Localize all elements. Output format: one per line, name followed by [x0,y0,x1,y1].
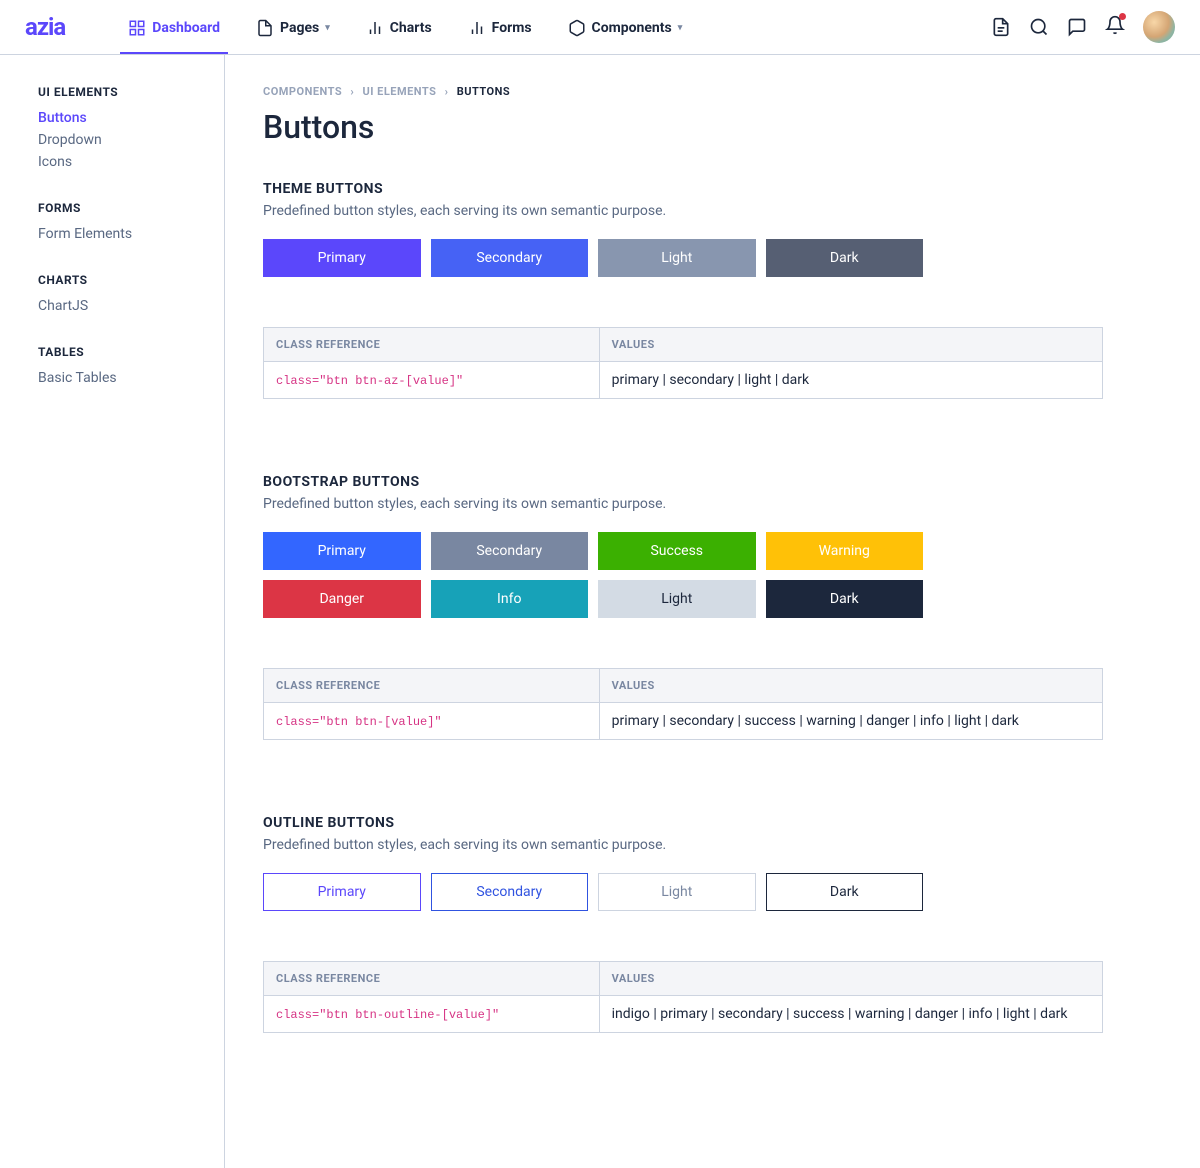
sidebar-item-basic-tables[interactable]: Basic Tables [38,367,224,389]
nav-item-components[interactable]: Components ▾ [560,2,691,53]
bootstrap-success-button[interactable]: Success [598,532,756,570]
chevron-right-icon: › [445,85,449,98]
table-cell: primary | secondary | success | warning … [599,703,1102,740]
brand-logo[interactable]: azia [25,13,65,41]
table-cell: class="btn btn-[value]" [264,703,600,740]
chevron-right-icon: › [350,85,354,98]
theme-secondary-button[interactable]: Secondary [431,239,589,277]
nav-label: Charts [390,20,432,36]
sidebar-item-icons[interactable]: Icons [38,151,224,173]
top-nav: Dashboard Pages ▾ Charts Forms Components ▾ [120,2,690,53]
section-title: OUTLINE BUTTONS [263,815,1150,831]
app-header: azia Dashboard Pages ▾ Charts Forms Component… [0,0,1200,55]
outline-secondary-button[interactable]: Secondary [431,873,589,911]
reference-table: CLASS REFERENCE VALUES class="btn btn-[v… [263,668,1103,740]
button-row: Primary SecondarySuccess Warning Danger Info… [263,532,923,618]
nav-label: Components [592,20,672,36]
section-title: BOOTSTRAP BUTTONS [263,474,1150,490]
avatar[interactable] [1143,11,1175,43]
sidebar-item-buttons[interactable]: Buttons [38,107,224,129]
sidebar-group-title: TABLES [38,345,224,359]
table-cell: indigo | primary | secondary | success |… [599,996,1102,1033]
section-theme-buttons: THEME BUTTONS Predefined button styles, … [263,181,1150,399]
bootstrap-info-button[interactable]: Info [431,580,589,618]
sidebar-item-form-elements[interactable]: Form Elements [38,223,224,245]
nav-item-dashboard[interactable]: Dashboard [120,2,228,53]
bootstrap-primary-button[interactable]: Primary [263,532,421,570]
section-title: THEME BUTTONS [263,181,1150,197]
reference-table: CLASS REFERENCE VALUES class="btn btn-az… [263,327,1103,399]
message-icon[interactable] [1067,17,1087,37]
sidebar-group-title: FORMS [38,201,224,215]
table-cell: primary | secondary | light | dark [599,362,1102,399]
section-description: Predefined button styles, each serving i… [263,837,1150,853]
nav-item-charts[interactable]: Charts [358,2,440,53]
notification-dot [1119,13,1126,20]
section-description: Predefined button styles, each serving i… [263,496,1150,512]
button-row: Primary SecondaryLight Dark [263,873,923,911]
code-snippet: class="btn btn-[value]" [276,715,442,729]
bootstrap-danger-button[interactable]: Danger [263,580,421,618]
table-cell: class="btn btn-az-[value]" [264,362,600,399]
breadcrumb-item[interactable]: COMPONENTS [263,85,342,98]
table-header: CLASS REFERENCE [264,962,600,996]
chevron-down-icon: ▾ [325,23,330,33]
breadcrumb-current: BUTTONS [457,85,510,98]
header-actions [991,11,1175,43]
main-content: COMPONENTS › UI ELEMENTS › BUTTONS Butto… [225,55,1200,1168]
outline-light-button[interactable]: Light [598,873,756,911]
table-header: VALUES [599,328,1102,362]
breadcrumb-item[interactable]: UI ELEMENTS [362,85,436,98]
nav-item-pages[interactable]: Pages ▾ [248,2,338,53]
page-title: Buttons [263,108,1150,146]
section-description: Predefined button styles, each serving i… [263,203,1150,219]
bootstrap-secondary-button[interactable]: Secondary [431,532,589,570]
table-cell: class="btn btn-outline-[value]" [264,996,600,1033]
breadcrumb: COMPONENTS › UI ELEMENTS › BUTTONS [263,85,1150,98]
code-snippet: class="btn btn-outline-[value]" [276,1008,499,1022]
button-row: Primary SecondaryLight Dark [263,239,923,277]
chevron-down-icon: ▾ [678,23,683,33]
nav-label: Forms [492,20,532,36]
table-header: CLASS REFERENCE [264,328,600,362]
theme-primary-button[interactable]: Primary [263,239,421,277]
sidebar-item-dropdown[interactable]: Dropdown [38,129,224,151]
section-bootstrap-buttons: BOOTSTRAP BUTTONS Predefined button styl… [263,474,1150,740]
table-header: CLASS REFERENCE [264,669,600,703]
outline-primary-button[interactable]: Primary [263,873,421,911]
sidebar-group-title: CHARTS [38,273,224,287]
file-text-icon[interactable] [991,17,1011,37]
table-header: VALUES [599,962,1102,996]
nav-item-forms[interactable]: Forms [460,2,540,53]
outline-dark-button[interactable]: Dark [766,873,924,911]
notifications-button[interactable] [1105,15,1125,39]
code-snippet: class="btn btn-az-[value]" [276,374,463,388]
sidebar-group-title: UI ELEMENTS [38,85,224,99]
section-outline-buttons: OUTLINE BUTTONS Predefined button styles… [263,815,1150,1033]
theme-dark-button[interactable]: Dark [766,239,924,277]
bootstrap-dark-button[interactable]: Dark [766,580,924,618]
sidebar-item-chartjs[interactable]: ChartJS [38,295,224,317]
nav-label: Dashboard [152,20,220,36]
bootstrap-warning-button[interactable]: Warning [766,532,924,570]
bootstrap-light-button[interactable]: Light [598,580,756,618]
search-icon[interactable] [1029,17,1049,37]
reference-table: CLASS REFERENCE VALUES class="btn btn-ou… [263,961,1103,1033]
theme-light-button[interactable]: Light [598,239,756,277]
nav-label: Pages [280,20,319,36]
sidebar: UI ELEMENTS ButtonsDropdownIcons FORMS Form… [0,55,225,1168]
table-header: VALUES [599,669,1102,703]
